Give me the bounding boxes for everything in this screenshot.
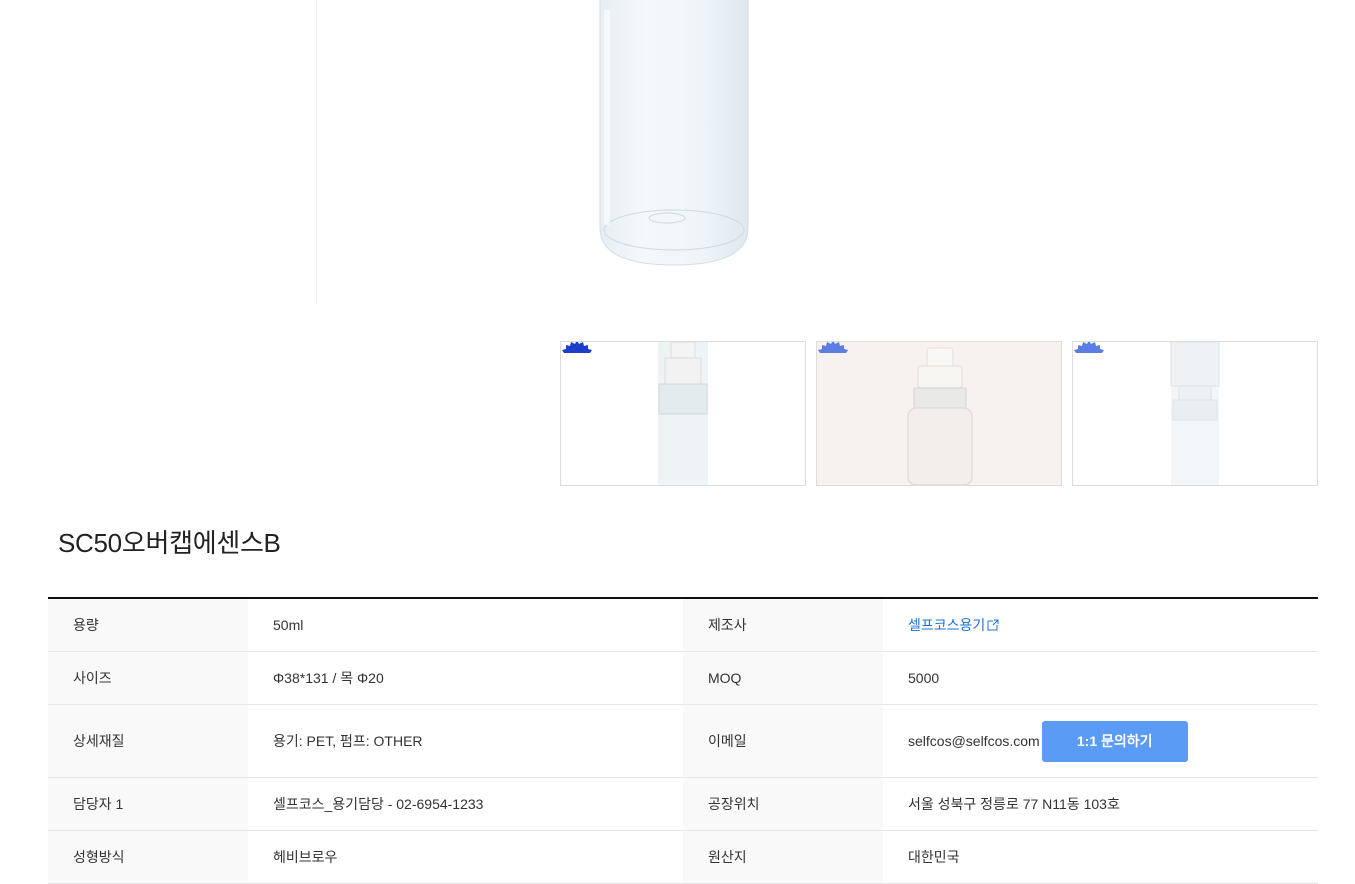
product-title: SC50오버캡에센스B — [58, 528, 281, 558]
spec-table: 용량 50ml 제조사 셀프코스용기 사이즈 Φ38*131 / 목 Φ20 M… — [48, 597, 1318, 884]
spec-label-contact: 담당자 1 — [48, 778, 248, 830]
thumbnail-3[interactable] — [1072, 341, 1318, 486]
thumbnail-2[interactable] — [816, 341, 1062, 486]
spec-row: 상세재질 용기: PET, 펌프: OTHER 이메일 selfcos@self… — [48, 705, 1318, 778]
spec-label-email: 이메일 — [683, 705, 883, 777]
spec-row: 사이즈 Φ38*131 / 목 Φ20 MOQ 5000 — [48, 652, 1318, 705]
spec-label-molding: 성형방식 — [48, 831, 248, 883]
thumbnail-1-image — [562, 342, 708, 485]
main-product-image — [316, 0, 1037, 305]
spec-label-capacity: 용량 — [48, 599, 248, 651]
spec-row: 담당자 1 셀프코스_용기담당 - 02-6954-1233 공장위치 서울 성… — [48, 778, 1318, 831]
spec-label-origin: 원산지 — [683, 831, 883, 883]
spec-row: 성형방식 헤비브로우 원산지 대한민국 — [48, 831, 1318, 884]
spec-value-material: 용기: PET, 펌프: OTHER — [273, 733, 423, 749]
spec-label-factory: 공장위치 — [683, 778, 883, 830]
spec-value-email: selfcos@selfcos.com 1:1 문의하기 — [883, 705, 1318, 777]
spec-value-molding: 헤비브로우 — [273, 849, 338, 865]
inquiry-button[interactable]: 1:1 문의하기 — [1041, 720, 1188, 762]
spec-label-manufacturer: 제조사 — [683, 599, 883, 651]
spec-value-factory: 서울 성북구 정릉로 77 N11동 103호 — [908, 796, 1120, 812]
thumbnail-1[interactable] — [560, 341, 806, 486]
manufacturer-link[interactable]: 셀프코스용기 — [908, 615, 985, 635]
spec-label-size: 사이즈 — [48, 652, 248, 704]
thumbnail-2-image — [818, 342, 973, 485]
spec-row: 용량 50ml 제조사 셀프코스용기 — [48, 599, 1318, 652]
spec-label-moq: MOQ — [683, 652, 883, 704]
spec-label-material: 상세재질 — [48, 705, 248, 777]
spec-value-manufacturer: 셀프코스용기 — [883, 599, 1318, 651]
spec-value-capacity: 50ml — [273, 617, 304, 633]
spec-value-moq: 5000 — [908, 670, 940, 686]
email-text: selfcos@selfcos.com — [908, 733, 1040, 749]
spec-value-size: Φ38*131 / 목 Φ20 — [273, 670, 384, 686]
external-link-icon[interactable] — [987, 619, 999, 631]
spec-value-contact: 셀프코스_용기담당 - 02-6954-1233 — [273, 796, 484, 812]
thumbnail-3-image — [1074, 342, 1220, 485]
bottle-image — [599, 0, 749, 266]
spec-value-origin: 대한민국 — [908, 849, 960, 865]
